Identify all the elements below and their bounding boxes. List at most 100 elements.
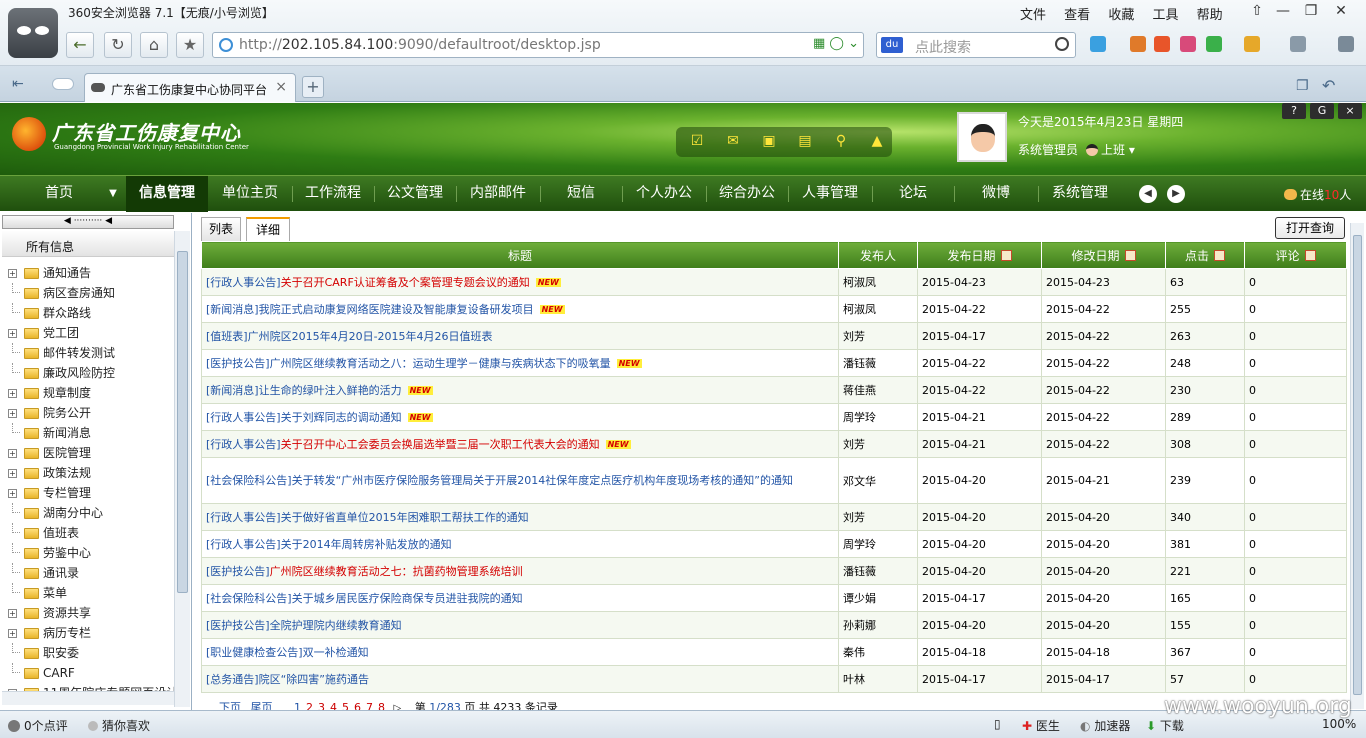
nav-internal-mail[interactable]: 内部邮件 [458, 176, 538, 212]
sidebar-tree-item[interactable]: + 病历专栏 [6, 623, 176, 643]
accelerator-button[interactable]: ◐ 加速器 [1080, 717, 1130, 734]
new-tab-button[interactable]: + [302, 76, 324, 98]
col-mod-date[interactable]: 修改日期 [1041, 241, 1166, 269]
download-button[interactable]: ⬇ 下载 [1146, 717, 1184, 734]
phone-icon[interactable]: ▯ [994, 717, 1001, 731]
cell-publisher[interactable]: 蒋佳燕 [838, 376, 918, 404]
search-engine-icon[interactable]: du [881, 37, 903, 53]
row-category[interactable]: [行政人事公告] [206, 511, 281, 524]
table-row[interactable]: [新闻消息]让生命的绿叶注入鲜艳的活力 NEW 蒋佳燕 2015-04-22 2015-… [201, 376, 1347, 404]
cell-publisher[interactable]: 潘钰薇 [838, 349, 918, 377]
shop-icon[interactable] [1180, 36, 1196, 52]
minimize-icon[interactable]: — [1270, 2, 1296, 22]
address-bar[interactable]: http://202.105.84.100:9090/defaultroot/d… [212, 32, 864, 58]
row-category[interactable]: [行政人事公告] [206, 411, 281, 424]
sort-icon[interactable] [1304, 249, 1316, 261]
sidebar-tree-item[interactable]: + 院务公开 [6, 403, 176, 423]
cell-publisher[interactable]: 叶林 [838, 665, 918, 693]
sidebar-tree-item[interactable]: + 规章制度 [6, 383, 176, 403]
favorite-star-icon[interactable]: ★ [176, 32, 204, 58]
row-title-link[interactable]: 关于转发“广州市医疗保险服务管理局关于开展2014社保年度定点医疗机构年度现场考… [292, 474, 793, 487]
row-title-link[interactable]: 关于2014年周转房补贴发放的通知 [281, 538, 452, 551]
zoom-level[interactable]: 100% [1322, 717, 1356, 731]
back-arrow-icon[interactable]: ← [66, 32, 94, 58]
row-category[interactable]: [新闻消息] [206, 384, 259, 397]
duty-status-dropdown[interactable]: 上班 ▾ [1086, 141, 1135, 158]
row-category[interactable]: [社会保险科公告] [206, 474, 292, 487]
row-title-link[interactable]: 全院护理院内继续教育通知 [270, 619, 402, 632]
tab-list[interactable]: 列表 [201, 217, 241, 241]
col-clicks[interactable]: 点击 [1165, 241, 1245, 269]
sort-icon[interactable] [1214, 249, 1225, 261]
sidebar-collapse-handle[interactable]: ◀ ·········· ◀ [2, 215, 174, 229]
row-category[interactable]: [行政人事公告] [206, 276, 281, 289]
calendar-icon[interactable] [1130, 36, 1146, 52]
cell-publisher[interactable]: 刘芳 [838, 430, 918, 458]
row-title-link[interactable]: 院区“除四害”施药通告 [259, 673, 369, 686]
nav-hr[interactable]: 人事管理 [790, 176, 870, 212]
sidebar-tree-item[interactable]: 值班表 [6, 523, 176, 543]
table-row[interactable]: [总务通告]院区“除四害”施药通告 叶林 2015-04-17 2015-04-17 5… [201, 665, 1347, 693]
tab-detail[interactable]: 详细 [246, 217, 290, 241]
row-category[interactable]: [社会保险科公告] [206, 592, 292, 605]
cell-publisher[interactable]: 周学玲 [838, 530, 918, 558]
home-icon[interactable]: ⌂ [140, 32, 168, 58]
row-title-link[interactable]: 我院正式启动康复网络医院建设及智能康复设备研发项目 [259, 303, 534, 316]
nav-sms[interactable]: 短信 [542, 176, 620, 212]
table-row[interactable]: [行政人事公告]关于2014年周转房补贴发放的通知 周学玲 2015-04-20 20… [201, 530, 1347, 558]
sort-icon[interactable] [1124, 249, 1136, 261]
guess-you-like[interactable]: 猜你喜欢 [88, 717, 150, 734]
cell-publisher[interactable]: 柯淑凤 [838, 295, 918, 323]
sidebar-toggle-icon[interactable]: ⇤ [12, 76, 24, 92]
menu-file[interactable]: 文件 [1020, 8, 1046, 23]
table-row[interactable]: [新闻消息]我院正式启动康复网络医院建设及智能康复设备研发项目 NEW 柯淑凤 201… [201, 295, 1347, 323]
table-row[interactable]: [医护技公告]广州院区继续教育活动之八：运动生理学－健康与疾病状态下的吸氧量 NE… [201, 349, 1347, 377]
shirt-icon[interactable]: ▲ [866, 133, 888, 151]
screenshot-icon[interactable] [1244, 36, 1260, 52]
row-title-link[interactable]: 关于召开CARF认证筹备及个案管理专题会议的通知 [281, 276, 530, 289]
sidebar-tree-item[interactable]: + 党工团 [6, 323, 176, 343]
briefcase-icon[interactable]: ▣ [758, 133, 780, 151]
sidebar-header[interactable]: 所有信息 [2, 231, 174, 257]
expand-plus-icon[interactable]: + [8, 269, 17, 278]
table-row[interactable]: [医护技公告]广州院区继续教育活动之七：抗菌药物管理系统培训 潘钰薇 2015-04… [201, 557, 1347, 585]
table-row[interactable]: [行政人事公告]关于召开CARF认证筹备及个案管理专题会议的通知 NEW 柯淑凤 20… [201, 268, 1347, 296]
cell-publisher[interactable]: 刘芳 [838, 503, 918, 531]
sidebar-tree-item[interactable]: + 专栏管理 [6, 483, 176, 503]
sidebar-tree-item[interactable]: 邮件转发测试 [6, 343, 176, 363]
cell-publisher[interactable]: 柯淑凤 [838, 268, 918, 296]
row-title-link[interactable]: 广州院区继续教育活动之七：抗菌药物管理系统培训 [270, 565, 523, 578]
cloud-icon[interactable] [52, 78, 74, 90]
cell-publisher[interactable]: 孙莉娜 [838, 611, 918, 639]
search-input[interactable]: 点此搜索 [915, 37, 971, 57]
nav-prev-icon[interactable]: ◀ [1139, 185, 1157, 203]
table-row[interactable]: [行政人事公告]关于做好省直单位2015年困难职工帮扶工作的通知 刘芳 2015-0… [201, 503, 1347, 531]
undo-close-icon[interactable]: ↶ [1322, 76, 1335, 95]
shield-icon[interactable] [1206, 36, 1222, 52]
more-tools-icon[interactable] [1338, 36, 1354, 52]
row-title-link[interactable]: 关于刘辉同志的调动通知 [281, 411, 402, 424]
doctor-button[interactable]: ✚ 医生 [1022, 717, 1060, 734]
row-category[interactable]: [行政人事公告] [206, 438, 281, 451]
sidebar-scrollbar[interactable] [174, 231, 190, 707]
nav-workflow[interactable]: 工作流程 [294, 176, 372, 212]
sidebar-tree-item[interactable]: + 政策法规 [6, 463, 176, 483]
user-avatar[interactable] [957, 112, 1007, 162]
checklist-icon[interactable]: ☑ [686, 133, 708, 151]
nav-info-management[interactable]: 信息管理 [126, 176, 208, 212]
row-title-link[interactable]: 广州院区2015年4月20日-2015年4月26日值班表 [248, 330, 493, 343]
table-row[interactable]: [值班表]广州院区2015年4月20日-2015年4月26日值班表 刘芳 2015-… [201, 322, 1347, 350]
apps-icon[interactable] [1090, 36, 1106, 52]
sidebar-tree-item[interactable]: + 通知通告 [6, 263, 176, 283]
table-row[interactable]: [社会保险科公告]关于城乡居民医疗保险商保专员进驻我院的通知 谭少娟 2015-04… [201, 584, 1347, 612]
col-publisher[interactable]: 发布人 [838, 241, 918, 269]
row-category[interactable]: [行政人事公告] [206, 538, 281, 551]
nav-system[interactable]: 系统管理 [1040, 176, 1120, 212]
sidebar-tree-item[interactable]: 劳鉴中心 [6, 543, 176, 563]
search-box[interactable]: du 点此搜索 [876, 32, 1076, 58]
table-row[interactable]: [行政人事公告]关于召开中心工会委员会换届选举暨三届一次职工代表大会的通知 NEW… [201, 430, 1347, 458]
row-category[interactable]: [医护技公告] [206, 565, 270, 578]
close-window-icon[interactable]: ✕ [1328, 2, 1354, 22]
menu-favorites[interactable]: 收藏 [1108, 8, 1134, 23]
col-pub-date[interactable]: 发布日期 [917, 241, 1042, 269]
